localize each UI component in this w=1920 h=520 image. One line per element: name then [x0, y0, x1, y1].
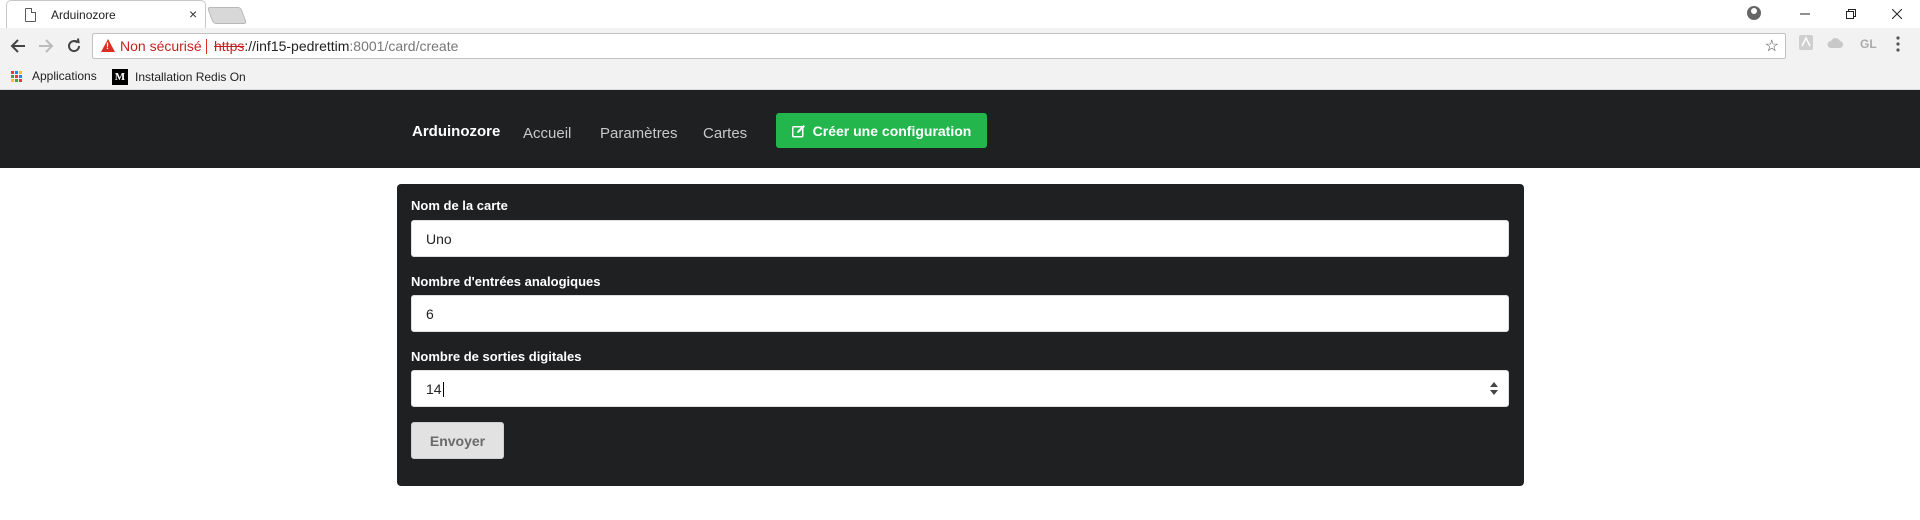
profile-icon[interactable] [1747, 6, 1761, 20]
edit-icon [791, 124, 805, 137]
nav-link-accueil[interactable]: Accueil [523, 125, 571, 142]
arrow-right-icon [39, 39, 54, 53]
url-text[interactable]: https://inf15-pedrettim:8001/card/create [214, 38, 458, 54]
apps-grid-icon [11, 70, 22, 82]
close-window-icon [1892, 9, 1902, 19]
restore-button[interactable] [1828, 0, 1874, 28]
number-spinner-icon[interactable] [1490, 382, 1498, 396]
bookmark-star-icon[interactable]: ☆ [1765, 36, 1779, 56]
url-path: :8001/card/create [349, 38, 459, 54]
drive-extension-icon[interactable] [1827, 36, 1844, 52]
url-host: ://inf15-pedrettim [244, 38, 350, 54]
bookmark-redis[interactable]: M Installation Redis On [112, 69, 246, 85]
field-label-digital-outputs: Nombre de sorties digitales [411, 349, 582, 364]
gl-extension-icon[interactable]: GL [1860, 37, 1877, 51]
input-value: 14 [426, 381, 444, 397]
page-icon [25, 8, 36, 22]
analog-inputs-input[interactable]: 6 [411, 295, 1509, 332]
submit-button[interactable]: Envoyer [411, 422, 504, 459]
input-value: 6 [426, 306, 434, 322]
url-scheme: https [214, 38, 245, 54]
cloud-icon [1827, 38, 1844, 49]
text-caret [442, 382, 444, 397]
field-label-analog-inputs: Nombre d'entrées analogiques [411, 274, 601, 289]
input-text: 14 [426, 381, 442, 397]
bookmark-applications[interactable]: Applications [11, 69, 97, 83]
divider [206, 39, 207, 54]
card-form: Nom de la carte Uno Nombre d'entrées ana… [397, 184, 1524, 486]
acrobat-icon [1799, 35, 1813, 50]
tab-title: Arduinozore [51, 8, 116, 22]
field-label-card-name: Nom de la carte [411, 198, 508, 213]
warning-icon [101, 39, 115, 52]
close-window-button[interactable] [1874, 0, 1920, 28]
address-bar[interactable]: Non sécurisé https://inf15-pedrettim:800… [92, 33, 1786, 59]
security-status[interactable]: Non sécurisé [120, 38, 202, 54]
browser-toolbar: Non sécurisé https://inf15-pedrettim:800… [0, 28, 1920, 64]
nav-link-parametres[interactable]: Paramètres [600, 125, 678, 142]
browser-tab[interactable]: Arduinozore × [6, 0, 206, 28]
back-button[interactable] [6, 34, 30, 58]
window-controls [1782, 0, 1920, 28]
minimize-icon [1800, 13, 1810, 15]
site-navbar: Arduinozore Accueil Paramètres Cartes Cr… [0, 90, 1920, 168]
minimize-button[interactable] [1782, 0, 1828, 28]
reload-icon [68, 38, 81, 53]
bookmark-label: Installation Redis On [135, 70, 246, 84]
create-button-label: Créer une configuration [812, 122, 972, 139]
bookmark-label: Applications [32, 69, 97, 83]
more-vertical-icon [1896, 36, 1900, 52]
pdf-extension-icon[interactable] [1799, 35, 1813, 53]
reload-button[interactable] [62, 34, 86, 58]
input-value: Uno [426, 231, 452, 247]
card-name-input[interactable]: Uno [411, 220, 1509, 257]
arrow-left-icon [10, 39, 25, 53]
menu-icon[interactable] [1895, 36, 1901, 52]
nav-link-cartes[interactable]: Cartes [703, 125, 747, 142]
new-tab-button[interactable] [206, 7, 248, 24]
bookmarks-bar: Applications M Installation Redis On [0, 64, 1920, 90]
forward-button[interactable] [34, 34, 58, 58]
browser-tabstrip: Arduinozore × [0, 0, 1920, 28]
create-configuration-button[interactable]: Créer une configuration [776, 113, 987, 148]
digital-outputs-input[interactable]: 14 [411, 370, 1509, 407]
site-brand[interactable]: Arduinozore [412, 123, 500, 140]
medium-logo-icon: M [112, 69, 128, 85]
close-icon[interactable]: × [189, 6, 197, 22]
restore-icon [1846, 9, 1856, 19]
